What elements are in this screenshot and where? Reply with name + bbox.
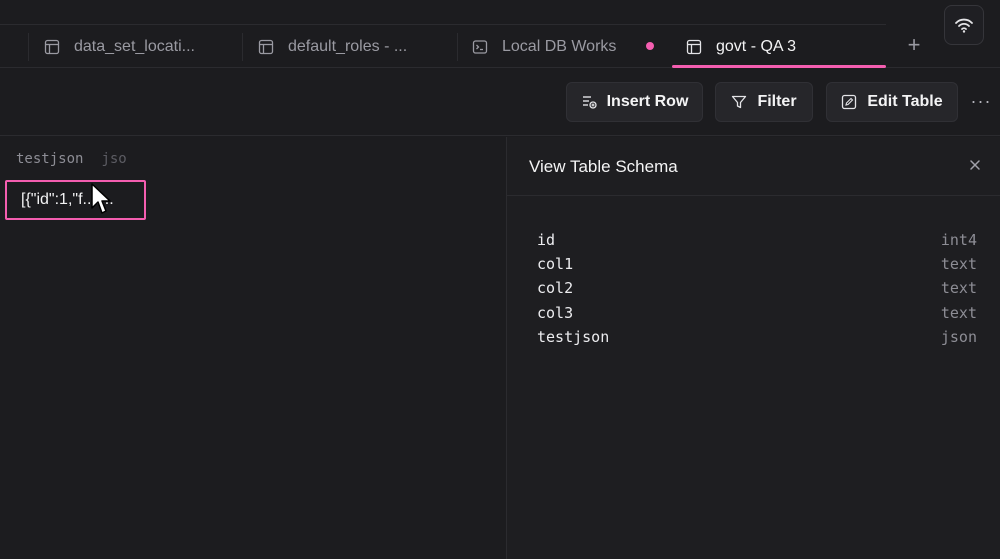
tab-data-set-locations[interactable]: data_set_locati... [44,25,204,68]
table-icon [686,39,702,54]
edit-table-button[interactable]: Edit Table [826,82,958,122]
tab-label: default_roles - ... [288,37,408,55]
tab-default-roles[interactable]: default_roles - ... [258,25,428,68]
insert-row-label: Insert Row [606,93,689,110]
column-header-testjson[interactable]: testjson jso [16,151,127,167]
schema-column-name: col2 [537,279,574,297]
mouse-cursor-icon [91,183,111,214]
tab-govt-qa-3[interactable]: govt - QA 3 [686,25,882,68]
edit-table-label: Edit Table [867,93,943,110]
schema-column-name: testjson [537,328,610,346]
close-icon[interactable] [967,157,983,173]
tab-divider [28,33,29,61]
tab-divider [242,33,243,61]
schema-column-name: col1 [537,255,574,273]
tab-local-db-works[interactable]: Local DB Works [472,25,632,68]
schema-column-name: col3 [537,304,574,322]
add-tab-button[interactable]: + [903,34,925,56]
schema-row: col2 text [537,279,977,301]
schema-column-type: json [940,328,977,346]
filter-button[interactable]: Filter [715,82,813,122]
tab-divider [457,33,458,61]
table-grid: testjson jso [{"id":1,"f...t... [0,137,506,559]
table-icon [258,39,274,54]
schema-column-type: text [940,304,977,322]
tab-bar: data_set_locati... default_roles - ... L… [0,0,1000,68]
wifi-icon [955,18,973,33]
filter-label: Filter [757,93,797,110]
schema-column-type: text [940,279,977,297]
table-icon [44,39,60,54]
table-toolbar: Insert Row Filter Edit Table [0,68,1000,136]
panel-header: View Table Schema [507,137,1000,196]
connection-status-button[interactable] [944,5,984,45]
selected-cell[interactable]: [{"id":1,"f...t... [5,180,146,220]
schema-column-name: id [537,231,556,249]
column-header-type: jso [101,151,127,167]
unsaved-indicator [646,42,654,50]
edit-icon [842,94,857,110]
column-header-name: testjson [16,151,84,167]
insert-row-icon [582,96,597,109]
schema-row: testjson json [537,328,977,350]
filter-icon [732,95,747,109]
table-schema-panel: View Table Schema id int4 col1 text col2… [506,137,1000,559]
more-options-button[interactable]: ··· [970,92,992,114]
schema-row: col3 text [537,304,977,326]
tab-strip: data_set_locati... default_roles - ... L… [0,24,886,68]
schema-row: id int4 [537,231,977,253]
schema-row: col1 text [537,255,977,277]
schema-column-type: int4 [940,231,977,249]
tab-label: Local DB Works [502,37,617,55]
tab-label: data_set_locati... [74,37,195,55]
panel-title: View Table Schema [529,157,678,176]
schema-column-type: text [940,255,977,273]
tab-label: govt - QA 3 [716,37,797,55]
insert-row-button[interactable]: Insert Row [566,82,703,122]
terminal-icon [472,39,488,54]
